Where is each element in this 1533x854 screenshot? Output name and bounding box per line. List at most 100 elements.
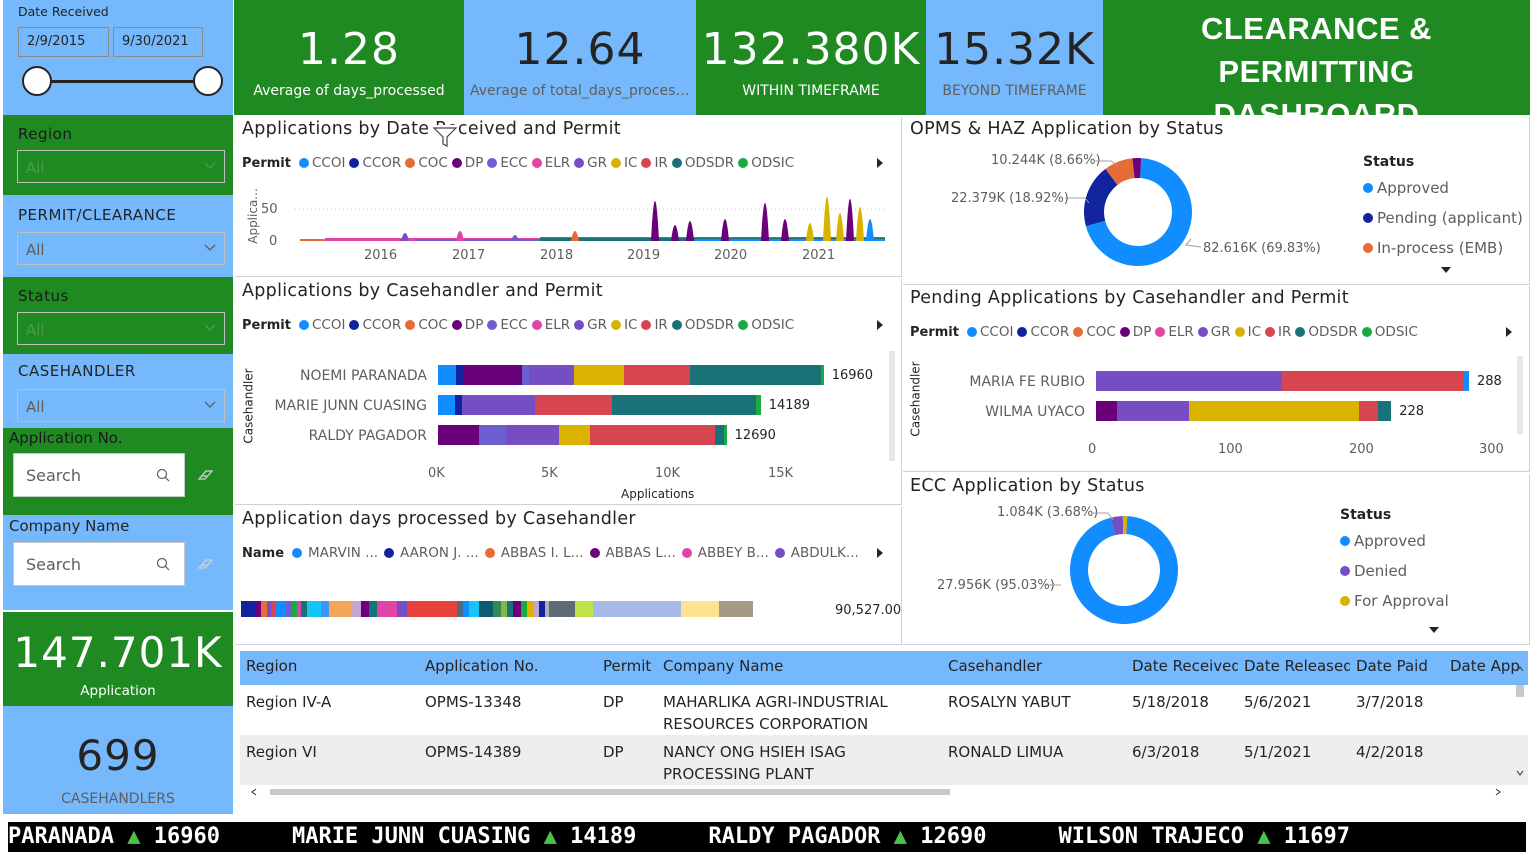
bar-segment-gr[interactable] xyxy=(1116,401,1190,421)
legend-item-ir[interactable]: IR xyxy=(641,155,668,171)
date-slider-track[interactable] xyxy=(37,80,209,83)
filter-icon[interactable] xyxy=(432,125,458,149)
days-bar-segment[interactable] xyxy=(719,601,753,617)
days-bar-segment[interactable] xyxy=(241,601,255,617)
legend-item-elr[interactable]: ELR xyxy=(531,317,570,333)
scroll-thumb[interactable] xyxy=(270,789,950,795)
column-header[interactable]: Casehandler xyxy=(942,651,1126,685)
days-bar-segment[interactable] xyxy=(377,601,397,617)
legend-item-ic[interactable]: IC xyxy=(611,155,637,171)
legend-item-odsdr[interactable]: ODSDR xyxy=(671,155,734,171)
bar-segment-ccor[interactable] xyxy=(455,395,462,415)
bar-segment-ic[interactable] xyxy=(574,365,625,385)
legend-item-coc[interactable]: COC xyxy=(405,317,448,333)
table-row[interactable]: Region VI OPMS-14389 DP NANCY ONG HSIEH ISA… xyxy=(240,735,1528,785)
legend-item-coc[interactable]: COC xyxy=(1073,324,1116,340)
region-dropdown[interactable]: All xyxy=(17,150,225,183)
bar-segment-odsic[interactable] xyxy=(724,425,727,445)
days-bar-segment[interactable] xyxy=(407,601,457,617)
legend-item-ir[interactable]: IR xyxy=(641,317,668,333)
days-bar-segment[interactable] xyxy=(307,601,321,617)
vertical-scrollbar[interactable] xyxy=(1517,356,1523,434)
bar-segment-ir[interactable] xyxy=(534,395,612,415)
column-header[interactable]: Region xyxy=(240,651,419,685)
bar-segment-odsdr[interactable] xyxy=(611,395,757,415)
legend-item-gr[interactable]: GR xyxy=(574,155,607,171)
legend-item-odsic[interactable]: ODSIC xyxy=(738,317,794,333)
legend-item-ccoi[interactable]: CCOI xyxy=(298,155,345,171)
scroll-up-icon[interactable] xyxy=(1516,665,1524,673)
legend-item-ccor[interactable]: CCOR xyxy=(1017,324,1069,340)
legend-item-odsdr[interactable]: ODSDR xyxy=(671,317,734,333)
legend-item[interactable]: ABDULK... xyxy=(774,545,859,561)
bar-segment-gr[interactable] xyxy=(528,365,575,385)
casehandler-dropdown[interactable]: All xyxy=(17,389,225,422)
scroll-left-icon[interactable] xyxy=(250,788,258,796)
legend-item[interactable]: Approved xyxy=(1363,173,1523,203)
legend-next-icon[interactable] xyxy=(1506,327,1512,337)
legend-item[interactable]: ABBAS I. L... xyxy=(484,545,584,561)
legend-item-ic[interactable]: IC xyxy=(611,317,637,333)
legend-item-dp[interactable]: DP xyxy=(451,155,483,171)
bar-segment-ic[interactable] xyxy=(558,425,591,445)
date-end-input[interactable]: 9/30/2021 xyxy=(113,27,203,57)
eraser-icon[interactable] xyxy=(197,468,215,482)
legend-item-odsdr[interactable]: ODSDR xyxy=(1295,324,1358,340)
column-header[interactable]: Application No. xyxy=(419,651,597,685)
days-bar-segment[interactable] xyxy=(361,601,369,617)
bar-segment-ccor[interactable] xyxy=(456,365,463,385)
bar-segment-odsic[interactable] xyxy=(756,395,761,415)
legend-item-ccoi[interactable]: CCOI xyxy=(298,317,345,333)
bar-segment-ic[interactable] xyxy=(1189,401,1359,421)
days-bar-segment[interactable] xyxy=(329,601,351,617)
bar-segment-ir[interactable] xyxy=(1358,401,1379,421)
days-bar-segment[interactable] xyxy=(275,601,285,617)
days-bar-segment[interactable] xyxy=(479,601,493,617)
legend-item-ecc[interactable]: ECC xyxy=(487,155,528,171)
legend-item[interactable]: ABBAS L... xyxy=(589,545,676,561)
date-slider-start-handle[interactable] xyxy=(22,66,52,96)
legend-item-ic[interactable]: IC xyxy=(1234,324,1261,340)
legend-item[interactable]: In-process (EMB) xyxy=(1363,233,1523,263)
days-bar-segment[interactable] xyxy=(397,601,407,617)
bar-segment-gr[interactable] xyxy=(1096,371,1283,391)
days-bar-segment[interactable] xyxy=(321,601,329,617)
days-bar-segment[interactable] xyxy=(351,601,361,617)
scroll-right-icon[interactable] xyxy=(1494,788,1502,796)
bar-segment-odsdr[interactable] xyxy=(715,425,725,445)
legend-next-icon[interactable] xyxy=(877,548,883,558)
legend-item-odsic[interactable]: ODSIC xyxy=(1361,324,1418,340)
eraser-icon[interactable] xyxy=(197,557,215,571)
column-header[interactable]: Permit xyxy=(597,651,657,685)
bar-segment-gr[interactable] xyxy=(461,395,535,415)
bar-segment-dp[interactable] xyxy=(438,425,479,445)
company-name-search-input[interactable]: Search xyxy=(13,542,185,586)
bar-segment-ecc[interactable] xyxy=(522,365,529,385)
legend-item-coc[interactable]: COC xyxy=(405,155,448,171)
days-bar-segment[interactable] xyxy=(493,601,501,617)
status-dropdown[interactable]: All xyxy=(17,312,225,345)
bar-segment-ir[interactable] xyxy=(624,365,691,385)
bar-segment-odsdr[interactable] xyxy=(690,365,822,385)
bar-segment-dp[interactable] xyxy=(1096,401,1117,421)
legend-more-icon[interactable] xyxy=(1429,627,1439,633)
legend-item-elr[interactable]: ELR xyxy=(1155,324,1194,340)
days-bar-segment[interactable] xyxy=(681,601,719,617)
legend-item-elr[interactable]: ELR xyxy=(531,155,570,171)
legend-item-dp[interactable]: DP xyxy=(1119,324,1151,340)
table-row[interactable]: Region IV-A OPMS-13348 DP MAHARLIKA AGRI-IN… xyxy=(240,685,1528,735)
legend-item[interactable]: Denied xyxy=(1340,556,1449,586)
days-bar-segment[interactable] xyxy=(575,601,593,617)
bar-segment-odsdr[interactable] xyxy=(1378,401,1392,421)
legend-item[interactable]: Pending (applicant) xyxy=(1363,203,1523,233)
permit-dropdown[interactable]: All xyxy=(17,232,225,265)
legend-item[interactable]: ABBEY B... xyxy=(681,545,769,561)
legend-item-ccor[interactable]: CCOR xyxy=(349,317,401,333)
days-bar-segment[interactable] xyxy=(369,601,377,617)
legend-more-icon[interactable] xyxy=(1441,267,1451,273)
bar-segment-dp[interactable] xyxy=(463,365,523,385)
legend-next-icon[interactable] xyxy=(877,158,883,168)
scroll-thumb[interactable] xyxy=(1516,685,1524,697)
legend-item-ir[interactable]: IR xyxy=(1265,324,1291,340)
legend-item-ccoi[interactable]: CCOI xyxy=(966,324,1013,340)
